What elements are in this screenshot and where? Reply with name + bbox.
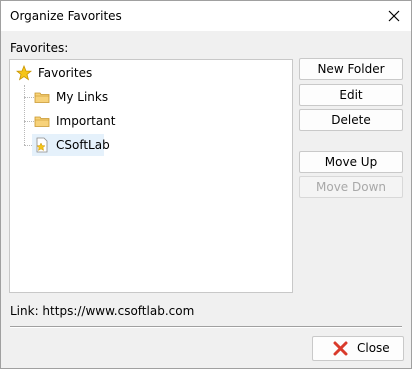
window-close-button[interactable]	[377, 1, 411, 31]
folder-icon	[34, 92, 50, 103]
red-x-icon	[333, 341, 348, 356]
new-folder-button[interactable]: New Folder	[299, 58, 403, 80]
footer-divider	[10, 326, 402, 328]
tree-item-label: My Links	[56, 90, 109, 104]
window-title: Organize Favorites	[10, 9, 122, 23]
edit-button[interactable]: Edit	[299, 84, 403, 106]
tree-item-label: Favorites	[38, 66, 93, 80]
close-button[interactable]: Close	[312, 336, 404, 361]
favorites-label: Favorites:	[10, 41, 69, 55]
tree-item-my-links[interactable]: My Links	[34, 86, 114, 108]
tree-item-favorites[interactable]: Favorites	[16, 62, 106, 84]
move-down-button[interactable]: Move Down	[299, 176, 403, 198]
move-up-button[interactable]: Move Up	[299, 151, 403, 173]
tree-connector	[24, 121, 34, 122]
favorites-tree[interactable]: Favorites My Links Important CSoftLab	[9, 59, 293, 293]
tree-item-csoftlab[interactable]: CSoftLab	[32, 134, 110, 156]
tree-item-label: CSoftLab	[56, 138, 110, 152]
tree-connector	[24, 85, 25, 145]
close-button-label: Close	[357, 341, 390, 355]
close-icon	[388, 10, 400, 22]
folder-icon	[34, 116, 50, 127]
tree-item-label: Important	[56, 114, 116, 128]
tree-item-important[interactable]: Important	[34, 110, 119, 132]
delete-button[interactable]: Delete	[299, 109, 403, 131]
tree-connector	[24, 97, 34, 98]
organize-favorites-dialog: Organize Favorites Favorites: Favorites …	[0, 0, 412, 369]
link-url-text: Link: https://www.csoftlab.com	[10, 304, 195, 318]
bookmark-page-icon	[36, 137, 48, 153]
star-icon	[16, 65, 32, 81]
title-bar: Organize Favorites	[1, 1, 411, 31]
